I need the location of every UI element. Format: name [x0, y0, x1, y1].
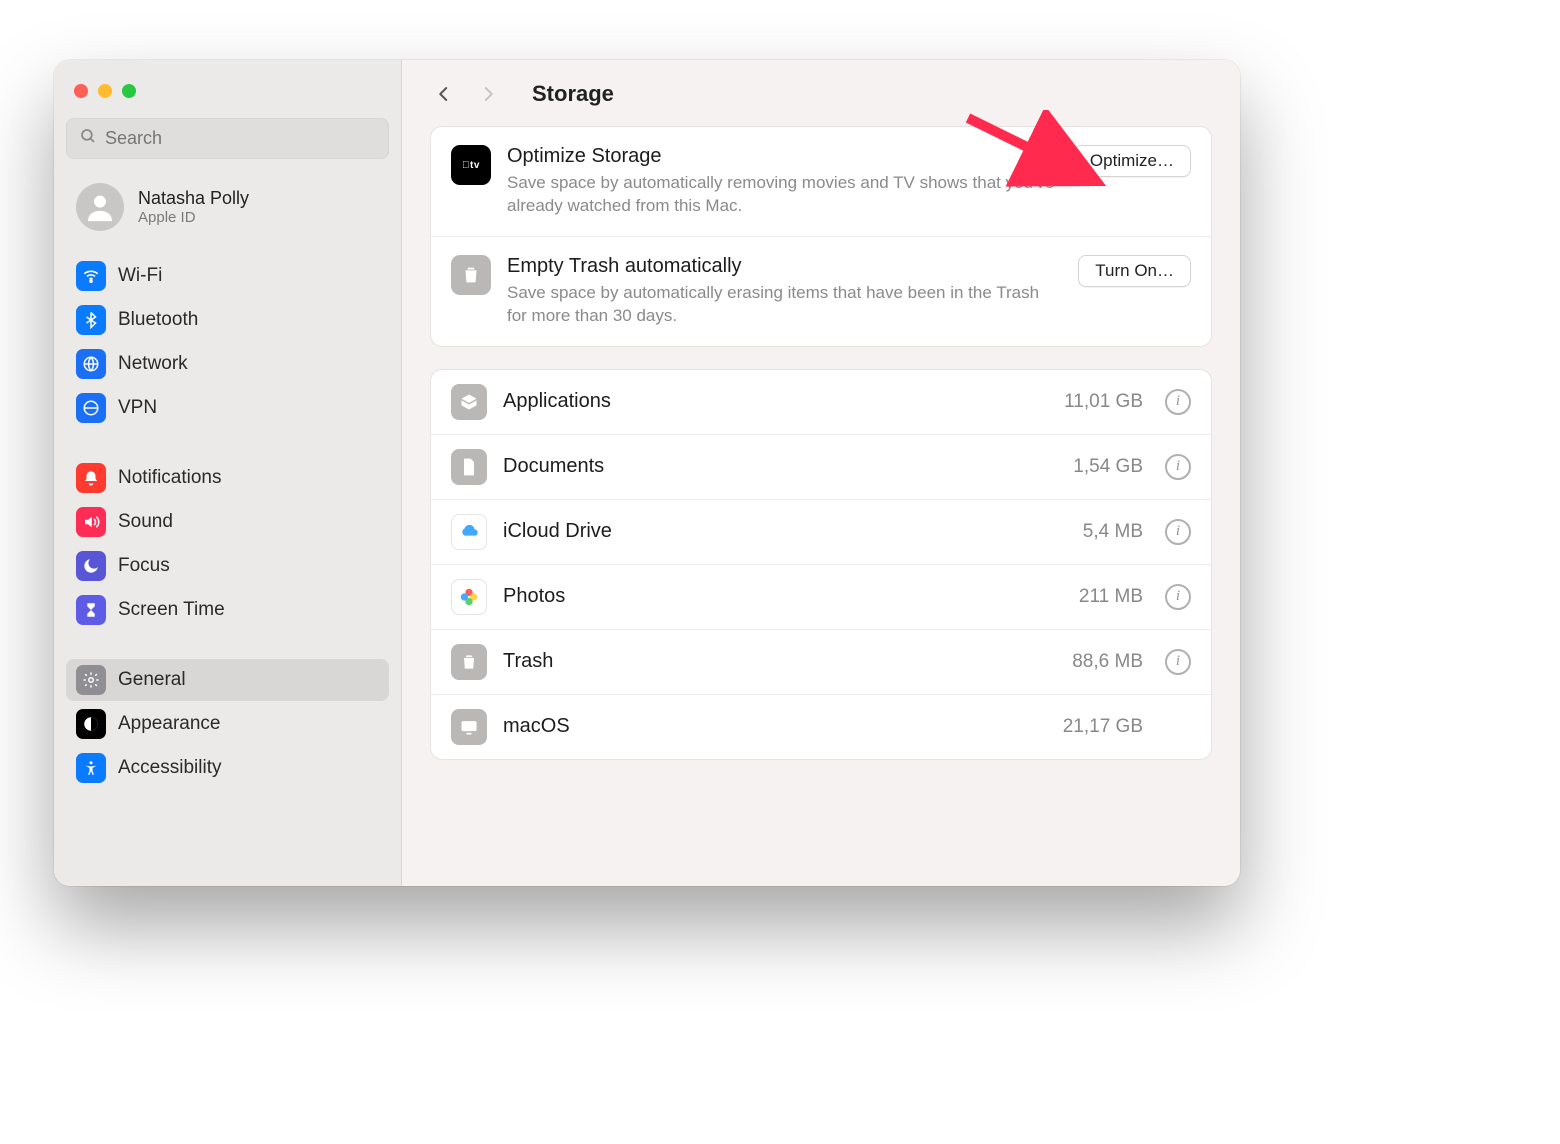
minimize-window-button[interactable]: [98, 84, 112, 98]
info-button[interactable]: i: [1165, 454, 1191, 480]
doc-icon: [451, 449, 487, 485]
sidebar-item-label: VPN: [118, 397, 157, 419]
info-button[interactable]: i: [1165, 649, 1191, 675]
search-field[interactable]: [66, 118, 389, 159]
trash-icon: [451, 255, 491, 295]
content-scroll[interactable]: tv Optimize Storage Save space by autom…: [402, 126, 1240, 788]
info-button[interactable]: i: [1165, 584, 1191, 610]
sidebar-item-label: Wi-Fi: [118, 265, 162, 287]
sidebar-group-system: General Appearance Accessibility: [66, 659, 389, 789]
sidebar-group-network: Wi-Fi Bluetooth Network VPN: [66, 255, 389, 429]
category-applications[interactable]: Applications 11,01 GB i: [431, 370, 1211, 434]
trash-icon: [451, 644, 487, 680]
category-label: Photos: [503, 585, 1063, 608]
account-sub: Apple ID: [138, 209, 249, 226]
apps-icon: [451, 384, 487, 420]
sidebar: Natasha Polly Apple ID Wi-Fi Bluetooth N…: [54, 60, 402, 886]
category-size: 88,6 MB: [1072, 651, 1143, 673]
gear-icon: [76, 665, 106, 695]
info-button[interactable]: i: [1165, 389, 1191, 415]
bell-icon: [76, 463, 106, 493]
back-button[interactable]: [430, 80, 458, 108]
recommend-desc: Save space by automatically erasing item…: [507, 282, 1062, 328]
recommend-desc: Save space by automatically removing mov…: [507, 172, 1057, 218]
sidebar-group-alerts: Notifications Sound Focus Screen Time: [66, 457, 389, 631]
category-macos[interactable]: macOS 21,17 GB: [431, 694, 1211, 759]
main-content: Storage tv Optimize Storage Save space …: [402, 60, 1240, 886]
bluetooth-icon: [76, 305, 106, 335]
sidebar-item-label: Sound: [118, 511, 173, 533]
turn-on-button[interactable]: Turn On…: [1078, 255, 1191, 287]
category-size: 21,17 GB: [1063, 716, 1143, 738]
sidebar-item-wifi[interactable]: Wi-Fi: [66, 255, 389, 297]
category-label: Documents: [503, 455, 1057, 478]
sidebar-item-network[interactable]: Network: [66, 343, 389, 385]
optimize-button[interactable]: Optimize…: [1073, 145, 1191, 177]
apple-id-account[interactable]: Natasha Polly Apple ID: [66, 169, 389, 239]
sidebar-item-accessibility[interactable]: Accessibility: [66, 747, 389, 789]
search-icon: [79, 127, 97, 150]
sidebar-item-vpn[interactable]: VPN: [66, 387, 389, 429]
sidebar-item-label: Appearance: [118, 713, 220, 735]
window-controls: [66, 78, 389, 108]
sidebar-item-general[interactable]: General: [66, 659, 389, 701]
close-window-button[interactable]: [74, 84, 88, 98]
sidebar-item-screentime[interactable]: Screen Time: [66, 589, 389, 631]
category-label: macOS: [503, 715, 1047, 738]
account-name: Natasha Polly: [138, 188, 249, 209]
category-icloud[interactable]: iCloud Drive 5,4 MB i: [431, 499, 1211, 564]
search-input[interactable]: [105, 128, 376, 149]
moon-icon: [76, 551, 106, 581]
sidebar-item-label: Network: [118, 353, 188, 375]
contrast-icon: [76, 709, 106, 739]
settings-window: Natasha Polly Apple ID Wi-Fi Bluetooth N…: [54, 60, 1240, 886]
category-label: Applications: [503, 390, 1048, 413]
category-documents[interactable]: Documents 1,54 GB i: [431, 434, 1211, 499]
category-photos[interactable]: Photos 211 MB i: [431, 564, 1211, 629]
vpn-icon: [76, 393, 106, 423]
category-size: 1,54 GB: [1073, 456, 1143, 478]
account-text: Natasha Polly Apple ID: [138, 188, 249, 226]
categories-panel: Applications 11,01 GB i Documents 1,54 G…: [430, 369, 1212, 760]
avatar: [76, 183, 124, 231]
wifi-icon: [76, 261, 106, 291]
category-label: Trash: [503, 650, 1056, 673]
sidebar-item-label: General: [118, 669, 186, 691]
accessibility-icon: [76, 753, 106, 783]
recommend-title: Empty Trash automatically: [507, 255, 1062, 278]
recommend-optimize-storage: tv Optimize Storage Save space by autom…: [431, 127, 1211, 236]
zoom-window-button[interactable]: [122, 84, 136, 98]
sidebar-item-appearance[interactable]: Appearance: [66, 703, 389, 745]
sidebar-item-bluetooth[interactable]: Bluetooth: [66, 299, 389, 341]
toolbar: Storage: [402, 60, 1240, 126]
sidebar-item-label: Notifications: [118, 467, 222, 489]
category-size: 5,4 MB: [1083, 521, 1143, 543]
macos-icon: [451, 709, 487, 745]
recommend-empty-trash: Empty Trash automatically Save space by …: [431, 236, 1211, 346]
page-title: Storage: [532, 81, 614, 107]
sidebar-item-focus[interactable]: Focus: [66, 545, 389, 587]
sidebar-item-label: Screen Time: [118, 599, 225, 621]
sidebar-item-label: Bluetooth: [118, 309, 198, 331]
forward-button[interactable]: [474, 80, 502, 108]
sidebar-item-sound[interactable]: Sound: [66, 501, 389, 543]
recommendations-panel: tv Optimize Storage Save space by autom…: [430, 126, 1212, 347]
network-icon: [76, 349, 106, 379]
photos-icon: [451, 579, 487, 615]
category-label: iCloud Drive: [503, 520, 1067, 543]
sidebar-item-notifications[interactable]: Notifications: [66, 457, 389, 499]
category-size: 11,01 GB: [1064, 391, 1143, 413]
info-button[interactable]: i: [1165, 519, 1191, 545]
sidebar-item-label: Focus: [118, 555, 170, 577]
category-size: 211 MB: [1079, 586, 1143, 608]
category-trash[interactable]: Trash 88,6 MB i: [431, 629, 1211, 694]
icloud-icon: [451, 514, 487, 550]
apple-tv-icon: tv: [451, 145, 491, 185]
speaker-icon: [76, 507, 106, 537]
sidebar-item-label: Accessibility: [118, 757, 221, 779]
hourglass-icon: [76, 595, 106, 625]
recommend-title: Optimize Storage: [507, 145, 1057, 168]
